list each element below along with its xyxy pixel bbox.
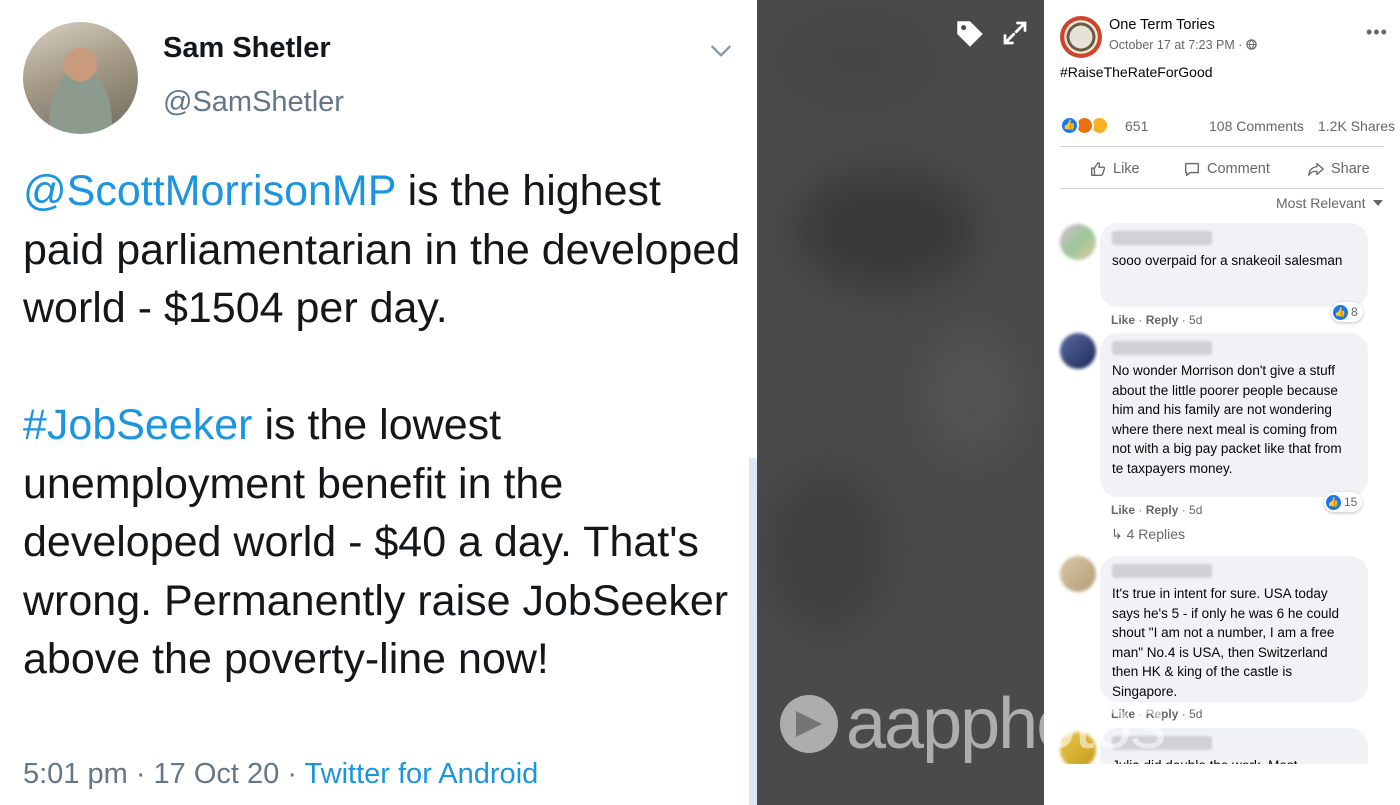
comment-button[interactable]: Comment (1183, 158, 1270, 180)
page-name[interactable]: One Term Tories (1109, 17, 1215, 33)
chevron-down-icon[interactable] (708, 38, 734, 64)
facebook-post-panel: One Term Tories October 17 at 7:23 PM · … (1044, 0, 1400, 805)
reaction-count[interactable]: 651 (1125, 118, 1148, 134)
comment-text: sooo overpaid for a snakeoil salesman (1112, 253, 1343, 268)
divider (1060, 146, 1384, 147)
commenter-name-redacted[interactable] (1112, 341, 1212, 355)
comment-like-count: 8 (1351, 305, 1358, 319)
commenter-name-redacted[interactable] (1112, 564, 1212, 578)
comment-bubble: No wonder Morrison don't give a stuff ab… (1100, 333, 1368, 497)
tweet-meta: 5:01 pm · 17 Oct 20 · Twitter for Androi… (23, 758, 538, 791)
comment-meta: Like · Reply · 5d (1111, 707, 1203, 721)
comment-meta: Like · Reply · 5d (1111, 313, 1203, 327)
post-time-text[interactable]: October 17 at 7:23 PM · (1109, 38, 1246, 52)
tweet-handle[interactable]: @SamShetler (163, 86, 344, 119)
tweet-source-link[interactable]: Twitter for Android (305, 758, 539, 790)
comment-like-link[interactable]: Like (1111, 313, 1135, 327)
like-reaction-icon: 👍 (1060, 116, 1079, 135)
comment-like-link[interactable]: Like (1111, 503, 1135, 517)
post-text[interactable]: #RaiseTheRateForGood (1060, 64, 1213, 80)
tweet-hashtag-link[interactable]: #JobSeeker (23, 401, 253, 449)
blurred-photo-panel (757, 0, 1044, 805)
tweet-panel: Sam Shetler @SamShetler @ScottMorrisonMP… (0, 0, 757, 805)
commenter-avatar[interactable] (1060, 333, 1096, 369)
comment-age[interactable]: 5d (1189, 313, 1202, 327)
tag-icon[interactable] (953, 17, 987, 51)
tweet-mention-link[interactable]: @ScottMorrisonMP (23, 167, 396, 215)
comment-icon (1185, 162, 1199, 176)
comment-bubble: It's true in intent for sure. USA today … (1100, 556, 1368, 702)
comment-text: It's true in intent for sure. USA today … (1112, 586, 1339, 699)
like-reaction-icon: 👍 (1326, 494, 1341, 510)
thumbs-up-icon (1091, 162, 1106, 176)
commenter-avatar[interactable] (1060, 556, 1096, 592)
comment-bubble: sooo overpaid for a snakeoil salesman (1100, 223, 1368, 307)
tweet-timestamp[interactable]: 5:01 pm · 17 Oct 20 · (23, 758, 305, 790)
tweet-author-avatar[interactable] (23, 22, 138, 134)
post-timestamp: October 17 at 7:23 PM · (1109, 38, 1257, 52)
share-icon (1308, 162, 1324, 176)
like-label: Like (1113, 161, 1140, 177)
share-label: Share (1331, 161, 1370, 177)
commenter-avatar[interactable] (1060, 224, 1096, 260)
reaction-icons[interactable]: 👍 (1060, 116, 1120, 136)
view-replies-link[interactable]: ↳ 4 Replies (1111, 526, 1185, 543)
comment-age[interactable]: 5d (1189, 503, 1202, 517)
comment-text: No wonder Morrison don't give a stuff ab… (1112, 363, 1342, 476)
comment-age[interactable]: 5d (1189, 707, 1202, 721)
comment-meta: Like · Reply · 5d (1111, 503, 1203, 517)
sort-label: Most Relevant (1276, 195, 1366, 211)
comment-reply-link[interactable]: Reply (1146, 707, 1179, 721)
globe-icon (1246, 39, 1257, 50)
expand-icon[interactable] (1000, 18, 1030, 48)
comment-reply-link[interactable]: Reply (1146, 503, 1179, 517)
share-button[interactable]: Share (1307, 158, 1370, 180)
panel-bottom-mask (1044, 764, 1400, 805)
comments-count[interactable]: 108 Comments (1209, 118, 1304, 134)
comment-reactions[interactable]: 👍 15 (1324, 492, 1363, 512)
commenter-name-redacted[interactable] (1112, 736, 1212, 750)
comment-reactions[interactable]: 👍 8 (1331, 302, 1363, 322)
reply-arrow-icon: ↳ (1111, 526, 1123, 542)
commenter-name-redacted[interactable] (1112, 231, 1212, 245)
shares-count[interactable]: 1.2K Shares (1318, 118, 1395, 134)
divider (1060, 188, 1384, 189)
caret-down-icon (1373, 200, 1384, 206)
sort-comments-dropdown[interactable]: Most Relevant (1276, 195, 1384, 211)
page-avatar[interactable] (1060, 16, 1102, 58)
comment-label: Comment (1207, 161, 1270, 177)
scroll-rail (749, 458, 757, 805)
like-reaction-icon: 👍 (1333, 304, 1348, 320)
replies-label: 4 Replies (1126, 526, 1185, 542)
comment-like-link[interactable]: Like (1111, 707, 1135, 721)
more-options-icon[interactable]: ••• (1366, 22, 1388, 43)
tweet-body: @ScottMorrisonMP is the highest paid par… (23, 162, 748, 689)
comment-like-count: 15 (1344, 495, 1358, 509)
tweet-display-name[interactable]: Sam Shetler (163, 32, 331, 65)
comment-reply-link[interactable]: Reply (1146, 313, 1179, 327)
commenter-avatar[interactable] (1060, 732, 1096, 768)
like-button[interactable]: Like (1089, 158, 1140, 180)
